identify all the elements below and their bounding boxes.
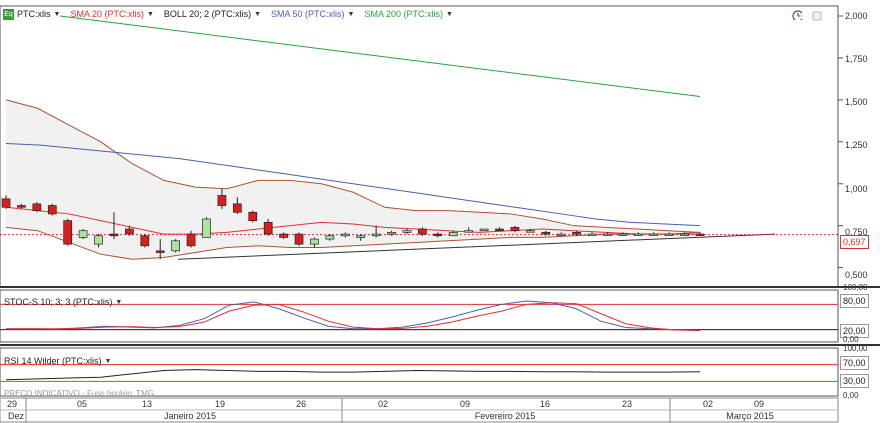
rsi-legend-label[interactable]: RSI 14 Wilder (PTC:xlis) bbox=[4, 356, 102, 366]
rsi-y-tick: 30,00 bbox=[840, 374, 869, 388]
x-day-label: 26 bbox=[295, 399, 306, 409]
stoch-legend-label[interactable]: STOC-S 10; 3; 3 (PTC:xlis) bbox=[4, 297, 112, 307]
legend-price-dropdown-icon[interactable]: ▼ bbox=[54, 11, 61, 18]
stoch-y-tick: 0,00 bbox=[843, 335, 859, 344]
rsi-legend: RSI 14 Wilder (PTC:xlis) ▼ bbox=[4, 354, 121, 368]
candle-bearish bbox=[279, 233, 288, 238]
x-day-label: 09 bbox=[753, 399, 764, 409]
candle-bearish bbox=[32, 203, 42, 211]
candle-bullish bbox=[78, 230, 88, 238]
y-tick: 2,000 bbox=[845, 11, 868, 21]
candle-bearish bbox=[263, 221, 273, 235]
legend-boll-dropdown-icon[interactable]: ▼ bbox=[254, 11, 261, 18]
candle-bearish bbox=[510, 227, 520, 232]
rsi-y-tick: 0,00 bbox=[843, 391, 859, 400]
y-tick: 0,500 bbox=[845, 270, 868, 280]
candle-bullish bbox=[340, 233, 350, 237]
candle-bullish bbox=[649, 233, 659, 236]
legend-sma50-dropdown-icon[interactable]: ▼ bbox=[348, 11, 355, 18]
x-day-label: 02 bbox=[377, 399, 388, 409]
candle-bearish bbox=[572, 232, 581, 235]
chart-window: Eq PTC:xlis ▼ SMA 20 (PTC:xlis) ▼ BOLL 2… bbox=[0, 0, 880, 423]
candle-bullish bbox=[664, 233, 674, 236]
candle-bullish bbox=[94, 235, 103, 245]
candle-bullish bbox=[202, 218, 211, 238]
x-day-label: 05 bbox=[76, 399, 87, 409]
legend-price[interactable]: PTC:xlis bbox=[17, 9, 51, 19]
candle-bearish bbox=[47, 205, 57, 215]
y-tick: 1,250 bbox=[845, 140, 868, 150]
candle-bullish bbox=[356, 235, 366, 238]
candle-bullish bbox=[387, 232, 396, 235]
candle-bearish bbox=[541, 232, 551, 235]
candle-bullish bbox=[633, 233, 643, 236]
candle-bullish bbox=[464, 230, 474, 233]
x-day-label: 23 bbox=[621, 399, 632, 409]
stoch-y-tick: 80,00 bbox=[840, 294, 869, 308]
x-day-label: 13 bbox=[141, 399, 152, 409]
stoch-legend: STOC-S 10; 3; 3 (PTC:xlis) ▼ bbox=[4, 295, 132, 309]
candle-bearish bbox=[217, 195, 227, 206]
candle-bearish bbox=[232, 203, 242, 213]
candle-bearish bbox=[695, 233, 705, 236]
candle-bearish bbox=[433, 233, 443, 237]
candle-bullish bbox=[587, 233, 597, 236]
legend-sma20-dropdown-icon[interactable]: ▼ bbox=[147, 11, 154, 18]
candle-bullish bbox=[171, 240, 180, 252]
x-month-label: Fevereiro 2015 bbox=[474, 411, 536, 421]
candle-bearish bbox=[17, 205, 26, 208]
x-month-label: Dez bbox=[7, 411, 24, 421]
rsi-y-tick: 100,00 bbox=[843, 344, 868, 353]
candle-bullish bbox=[526, 230, 535, 233]
y-tick: 1,750 bbox=[845, 54, 868, 64]
y-tick: 1,500 bbox=[845, 97, 868, 107]
candle-bullish bbox=[680, 233, 689, 236]
stoch-y-tick: 100,00 bbox=[843, 283, 868, 292]
stoch-dropdown-icon[interactable]: ▼ bbox=[115, 299, 122, 306]
candle-bullish bbox=[325, 235, 335, 240]
y-tick: 1,000 bbox=[845, 184, 868, 194]
x-day-label: 19 bbox=[214, 399, 225, 409]
chart-canvas bbox=[0, 5, 880, 423]
candle-bullish bbox=[479, 228, 489, 232]
candle-bullish bbox=[402, 230, 412, 233]
candle-bearish bbox=[140, 235, 150, 247]
candle-bearish bbox=[1, 198, 11, 208]
legend-sma200[interactable]: SMA 200 (PTC:xlis) bbox=[364, 9, 443, 19]
equity-icon: Eq bbox=[3, 8, 14, 20]
candle-bearish bbox=[294, 233, 304, 245]
legend-sma50[interactable]: SMA 50 (PTC:xlis) bbox=[271, 9, 345, 19]
x-day-label: 29 bbox=[6, 399, 17, 409]
last-price-badge: 0,697 bbox=[840, 235, 869, 249]
candle-bullish bbox=[310, 238, 319, 245]
x-month-label: Janeiro 2015 bbox=[163, 411, 217, 421]
candle-bullish bbox=[371, 233, 381, 237]
candle-bearish bbox=[186, 233, 196, 247]
candle-bullish bbox=[556, 233, 566, 236]
candle-bullish bbox=[603, 233, 612, 236]
candle-bearish bbox=[109, 233, 119, 237]
legend-sma20[interactable]: SMA 20 (PTC:xlis) bbox=[70, 9, 144, 19]
panel-maximize-icon[interactable] bbox=[812, 11, 822, 21]
candle-bearish bbox=[125, 228, 134, 235]
x-month-label: Março 2015 bbox=[726, 411, 774, 421]
clock-icon[interactable] bbox=[792, 10, 802, 20]
x-day-label: 09 bbox=[459, 399, 470, 409]
candle-bearish bbox=[248, 211, 258, 221]
rsi-dropdown-icon[interactable]: ▼ bbox=[105, 358, 112, 365]
candle-bearish bbox=[155, 250, 165, 253]
rsi-y-tick: 70,00 bbox=[840, 356, 869, 370]
legend-boll[interactable]: BOLL 20; 2 (PTC:xlis) bbox=[164, 9, 251, 19]
legend-sma200-dropdown-icon[interactable]: ▼ bbox=[446, 11, 453, 18]
main-legend: Eq PTC:xlis ▼ SMA 20 (PTC:xlis) ▼ BOLL 2… bbox=[0, 7, 463, 21]
timezone-watermark: PREÇO INDICATIVO - Fuso horário: TMG bbox=[4, 389, 154, 398]
x-day-label: 16 bbox=[539, 399, 550, 409]
x-day-label: 02 bbox=[702, 399, 713, 409]
candle-bearish bbox=[63, 220, 73, 245]
candle-bearish bbox=[495, 228, 504, 232]
candle-bullish bbox=[448, 232, 458, 237]
candle-bullish bbox=[618, 233, 628, 236]
candle-bearish bbox=[418, 228, 427, 235]
